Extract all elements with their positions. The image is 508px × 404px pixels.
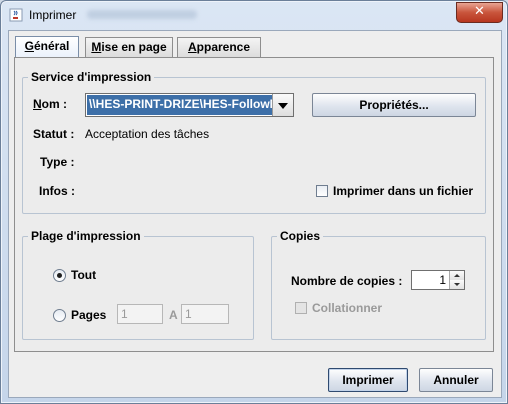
print-button[interactable]: Imprimer xyxy=(328,368,408,392)
infos-label: Infos : xyxy=(39,184,75,198)
dialog-client-area: Général Mise en page Apparence Service d… xyxy=(8,30,502,398)
chevron-down-icon[interactable] xyxy=(272,94,293,116)
copies-spinner[interactable]: 1 xyxy=(411,270,465,290)
tab-apparence-label: pparence xyxy=(196,40,251,54)
tab-mise-en-page[interactable]: Mise en page xyxy=(85,37,173,57)
spinner-down-icon[interactable] xyxy=(450,280,464,289)
range-pages-label[interactable]: Pages xyxy=(71,308,106,322)
pages-to-label: A xyxy=(169,308,178,322)
printer-select-value: \\HES-PRINT-DRIZE\HES-FollowMe xyxy=(87,95,273,115)
tab-general-label: énéral xyxy=(33,39,70,53)
window-title: Imprimer xyxy=(29,8,77,22)
tab-mise-en-page-label: ise en page xyxy=(101,40,167,54)
service-group: Service d'impression Nom : \\HES-PRINT-D… xyxy=(22,70,486,214)
pages-from-input[interactable]: 1 xyxy=(117,304,163,324)
close-icon: ✕ xyxy=(474,4,485,19)
copies-spinner-value: 1 xyxy=(439,273,446,287)
tab-apparence-mnemonic: A xyxy=(187,40,197,54)
cancel-button[interactable]: Annuler xyxy=(419,368,493,392)
print-to-file-label[interactable]: Imprimer dans un fichier xyxy=(333,184,473,198)
pages-to-input[interactable]: 1 xyxy=(181,304,229,324)
cancel-button-label: Annuler xyxy=(433,373,479,387)
print-button-label: Imprimer xyxy=(342,373,394,387)
blurred-title-detail xyxy=(87,10,197,19)
tab-apparence[interactable]: Apparence xyxy=(177,37,261,57)
statut-label: Statut : xyxy=(33,127,75,141)
spinner-buttons xyxy=(449,271,464,289)
print-range-group: Plage d'impression Tout Pages 1 A 1 xyxy=(22,229,254,340)
tab-general-mnemonic: G xyxy=(24,39,34,53)
nom-label: Nom : xyxy=(33,97,68,111)
printer-select[interactable]: \\HES-PRINT-DRIZE\HES-FollowMe xyxy=(85,93,294,117)
tab-mise-en-page-mnemonic: M xyxy=(91,40,102,54)
properties-button[interactable]: Propriétés... xyxy=(312,93,476,117)
title-bar[interactable]: Imprimer ✕ xyxy=(1,1,507,29)
java-cup-icon xyxy=(9,8,23,22)
collate-label: Collationner xyxy=(312,301,383,315)
range-pages-radio[interactable] xyxy=(53,309,66,322)
copies-count-label: Nombre de copies : xyxy=(291,274,403,288)
print-range-group-title: Plage d'impression xyxy=(28,229,144,243)
range-all-label[interactable]: Tout xyxy=(71,268,96,282)
statut-value: Acceptation des tâches xyxy=(85,127,210,141)
type-label: Type : xyxy=(40,155,75,169)
service-group-title: Service d'impression xyxy=(28,70,155,84)
tab-general[interactable]: Général xyxy=(15,36,79,58)
collate-checkbox[interactable] xyxy=(295,302,307,314)
print-to-file-checkbox[interactable] xyxy=(316,185,328,197)
close-button[interactable]: ✕ xyxy=(456,2,503,23)
copies-group: Copies Nombre de copies : 1 Collationner xyxy=(271,229,486,340)
properties-button-label: Propriétés... xyxy=(359,98,429,112)
print-dialog-window: Imprimer ✕ Général Mise en page Apparenc… xyxy=(0,0,508,404)
tab-panel-general: Service d'impression Nom : \\HES-PRINT-D… xyxy=(14,57,494,352)
copies-group-title: Copies xyxy=(277,229,324,243)
range-all-radio[interactable] xyxy=(53,269,66,282)
